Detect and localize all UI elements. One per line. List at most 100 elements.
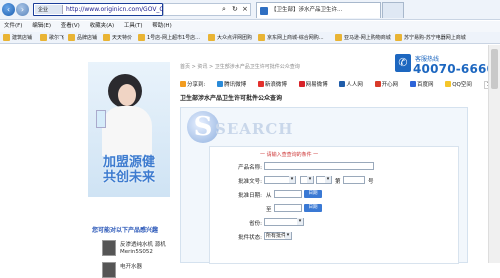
date-to-input[interactable] (274, 204, 302, 212)
favorites-bar: 建筑店铺 歌尔飞 品牌店铺 天天特价 1号店-网上超市1号店... 大众点评网团… (0, 32, 500, 44)
page-title: 卫生部涉水产品卫生许可批件公众查询 (180, 95, 283, 102)
menu-help[interactable]: 帮助(H) (152, 21, 171, 32)
breadcrumb: 首页 > 资讯 > 卫生部涉水产品卫生许可批件公众查询 (180, 64, 300, 70)
favorite-item[interactable]: 京东网上商城-综合网购... (258, 34, 324, 42)
back-button-icon[interactable]: ‹ (2, 3, 15, 16)
product-image (102, 240, 116, 256)
share-qzone[interactable]: QQ空间 (445, 81, 477, 88)
share-kaixin[interactable]: 开心网 (374, 81, 404, 88)
approval-date-label: 批准日期: (238, 193, 262, 199)
menu-tools[interactable]: 工具(T) (124, 21, 143, 32)
tencent-weibo-icon (217, 81, 224, 87)
hotline-number: 40070-66601 (413, 62, 500, 76)
share-label: 分享到: (180, 81, 210, 88)
favorite-item[interactable]: 1号店-网上超市1号店... (138, 34, 200, 42)
favorite-icon (68, 34, 75, 41)
share-netease[interactable]: 网易微博 (298, 81, 333, 88)
banner-face (118, 84, 136, 106)
netease-weibo-icon (298, 81, 305, 87)
product-item[interactable]: 反渗透纯水机 源机Merin5S052 (102, 240, 168, 260)
share-sina[interactable]: 新浪微博 (257, 81, 292, 88)
status-select-value: 所有批件 (266, 233, 287, 239)
favorite-icon (208, 34, 215, 41)
favorite-icon (3, 34, 10, 41)
share-baidu[interactable]: 百度网 (409, 81, 439, 88)
forward-button-icon[interactable]: › (16, 3, 29, 16)
share-tencent[interactable]: 腾讯微博 (217, 81, 251, 88)
approval-no-row: 批准文号: 第 号 (210, 176, 460, 186)
menu-bar: 文件(F) 编辑(E) 查看(V) 收藏夹(A) 工具(T) 帮助(H) (0, 21, 500, 32)
date-from-input[interactable] (274, 190, 302, 198)
status-select[interactable]: 所有批件 (264, 232, 292, 240)
tab-label: 【卫生部】涉水产品卫生许... (271, 7, 343, 13)
search-panel: S SEARCH 一 请输入查查询的条件 一 产品名称: 批准文号: 第 号 批… (180, 107, 468, 264)
new-tab-button[interactable] (382, 2, 404, 18)
banner-body (102, 106, 152, 156)
share-renren[interactable]: 人人网 (339, 81, 368, 88)
product-item[interactable]: 电开水器 (102, 262, 168, 278)
qzone-icon (445, 81, 452, 87)
favorite-icon (103, 34, 110, 41)
favorite-icon (258, 34, 265, 41)
favorite-item[interactable]: 苏宁易购-苏宁电器网上商城 (395, 34, 466, 42)
product-name: 反渗透纯水机 源机Merin5S052 (120, 242, 166, 255)
favorite-item[interactable]: 品牌店铺 (68, 34, 97, 42)
favorite-item[interactable]: 大众点评网团购 (208, 34, 252, 42)
address-bar-row: ‹ › 企业 http://www.originicn.com/GOV_Quir… (0, 0, 500, 20)
favorite-item[interactable]: 天天特价 (103, 34, 132, 42)
status-label: 批件状态: (238, 235, 262, 241)
approval-no-label: 批准文号: (238, 179, 262, 185)
address-tools: ⌕ ↻ × (163, 3, 251, 16)
search-logo-text: SEARCH (215, 120, 294, 138)
scrollbar-thumb[interactable] (491, 49, 498, 89)
province-select[interactable] (264, 218, 304, 226)
query-form: 一 请输入查查询的条件 一 产品名称: 批准文号: 第 号 批准日期: 从 日期 (209, 146, 459, 264)
favorite-icon (395, 34, 402, 41)
date-from-button[interactable]: 日期 (304, 190, 322, 198)
favorite-icon (138, 34, 145, 41)
approval-date-to-row: 至 日期 (210, 204, 460, 214)
product-image (102, 262, 116, 278)
refresh-icon[interactable]: ↻ (232, 5, 238, 13)
favorite-item[interactable]: 建筑店铺 (3, 34, 32, 42)
close-icon[interactable]: × (242, 5, 248, 13)
tab-favicon-icon (260, 7, 268, 15)
kaixin-icon (374, 81, 381, 87)
province-label: 省份: (249, 221, 262, 227)
menu-view[interactable]: 查看(V) (61, 21, 80, 32)
baidu-icon (409, 81, 416, 87)
related-products-heading[interactable]: 您可能对以下产品感兴趣 (92, 225, 158, 234)
search-icon[interactable]: ⌕ (222, 5, 226, 14)
product-name-row: 产品名称: (210, 162, 460, 172)
favorite-item[interactable]: 歌尔飞 (40, 34, 64, 42)
approval-number-input[interactable] (343, 176, 365, 184)
banner-glass (96, 110, 106, 128)
menu-edit[interactable]: 编辑(E) (32, 21, 51, 32)
menu-file[interactable]: 文件(F) (4, 21, 22, 32)
approval-year-select[interactable] (300, 176, 314, 184)
favorite-icon (40, 34, 47, 41)
province-row: 省份: (210, 218, 460, 228)
product-name: 电开水器 (120, 264, 143, 270)
product-name-label: 产品名称: (238, 165, 262, 171)
approval-prefix-select[interactable] (264, 176, 296, 184)
form-notice: 一 请输入查查询的条件 一 (260, 152, 319, 158)
favorite-icon (335, 34, 342, 41)
approval-word-di: 第 (335, 179, 341, 185)
menu-favorites[interactable]: 收藏夹(A) (90, 21, 115, 32)
tab-active[interactable]: 【卫生部】涉水产品卫生许... (256, 2, 381, 18)
date-to-button[interactable]: 日期 (304, 204, 322, 212)
product-name-input[interactable] (264, 162, 374, 170)
site-badge: 企业 (35, 5, 63, 14)
approval-type-select[interactable] (316, 176, 332, 184)
banner-slogan: 加盟源健 共创未来 (102, 155, 155, 185)
sina-weibo-icon (257, 81, 264, 87)
address-input[interactable]: 企业 http://www.originicn.com/GOV_Quiry.as… (33, 3, 187, 16)
franchise-banner[interactable]: 加盟源健 共创未来 (88, 62, 170, 197)
favorite-item[interactable]: 亚马逊-网上购物商城 (335, 34, 391, 42)
scrollbar[interactable] (488, 45, 500, 263)
approval-date-from-row: 批准日期: 从 日期 (210, 190, 460, 200)
share-bar: 分享到: 腾讯微博 新浪微博 网易微博 人人网 开心网 百度网 QQ空间 14 (180, 80, 500, 89)
page-content: ✆ 客服热线 40070-66601 加盟源健 共创未来 您可能对以下产品感兴趣… (0, 45, 500, 278)
phone-icon: ✆ (395, 54, 411, 72)
